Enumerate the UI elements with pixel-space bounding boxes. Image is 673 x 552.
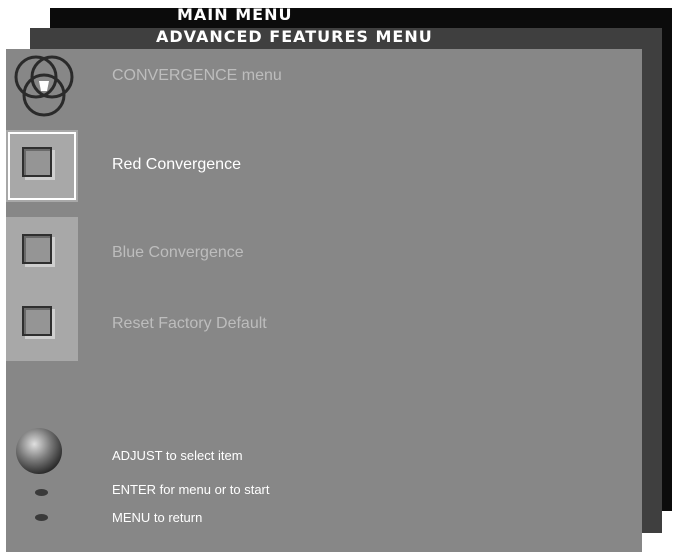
square-button-icon <box>22 234 52 264</box>
enter-button-icon <box>35 489 48 496</box>
menu-button-icon <box>35 514 48 521</box>
adjust-knob-icon <box>16 428 62 474</box>
reset-factory-default-label[interactable]: Reset Factory Default <box>112 315 267 333</box>
square-button-icon <box>22 147 52 177</box>
main-menu-title: MAIN MENU <box>177 5 293 24</box>
reset-factory-default-button[interactable] <box>6 289 78 361</box>
blue-convergence-button[interactable] <box>6 217 78 289</box>
rgb-circles-icon <box>6 53 78 123</box>
advanced-menu-title: ADVANCED FEATURES MENU <box>156 27 433 46</box>
convergence-menu-title: CONVERGENCE menu <box>112 67 282 84</box>
convergence-panel: CONVERGENCE menu Red Convergence Blue Co… <box>6 49 642 552</box>
help-menu-text: MENU to return <box>112 510 203 525</box>
blue-convergence-label[interactable]: Blue Convergence <box>112 244 244 262</box>
help-adjust-text: ADJUST to select item <box>112 448 243 463</box>
square-button-icon <box>22 306 52 336</box>
red-convergence-label[interactable]: Red Convergence <box>112 156 241 174</box>
help-enter-text: ENTER for menu or to start <box>112 482 270 497</box>
red-convergence-button[interactable] <box>6 130 78 202</box>
